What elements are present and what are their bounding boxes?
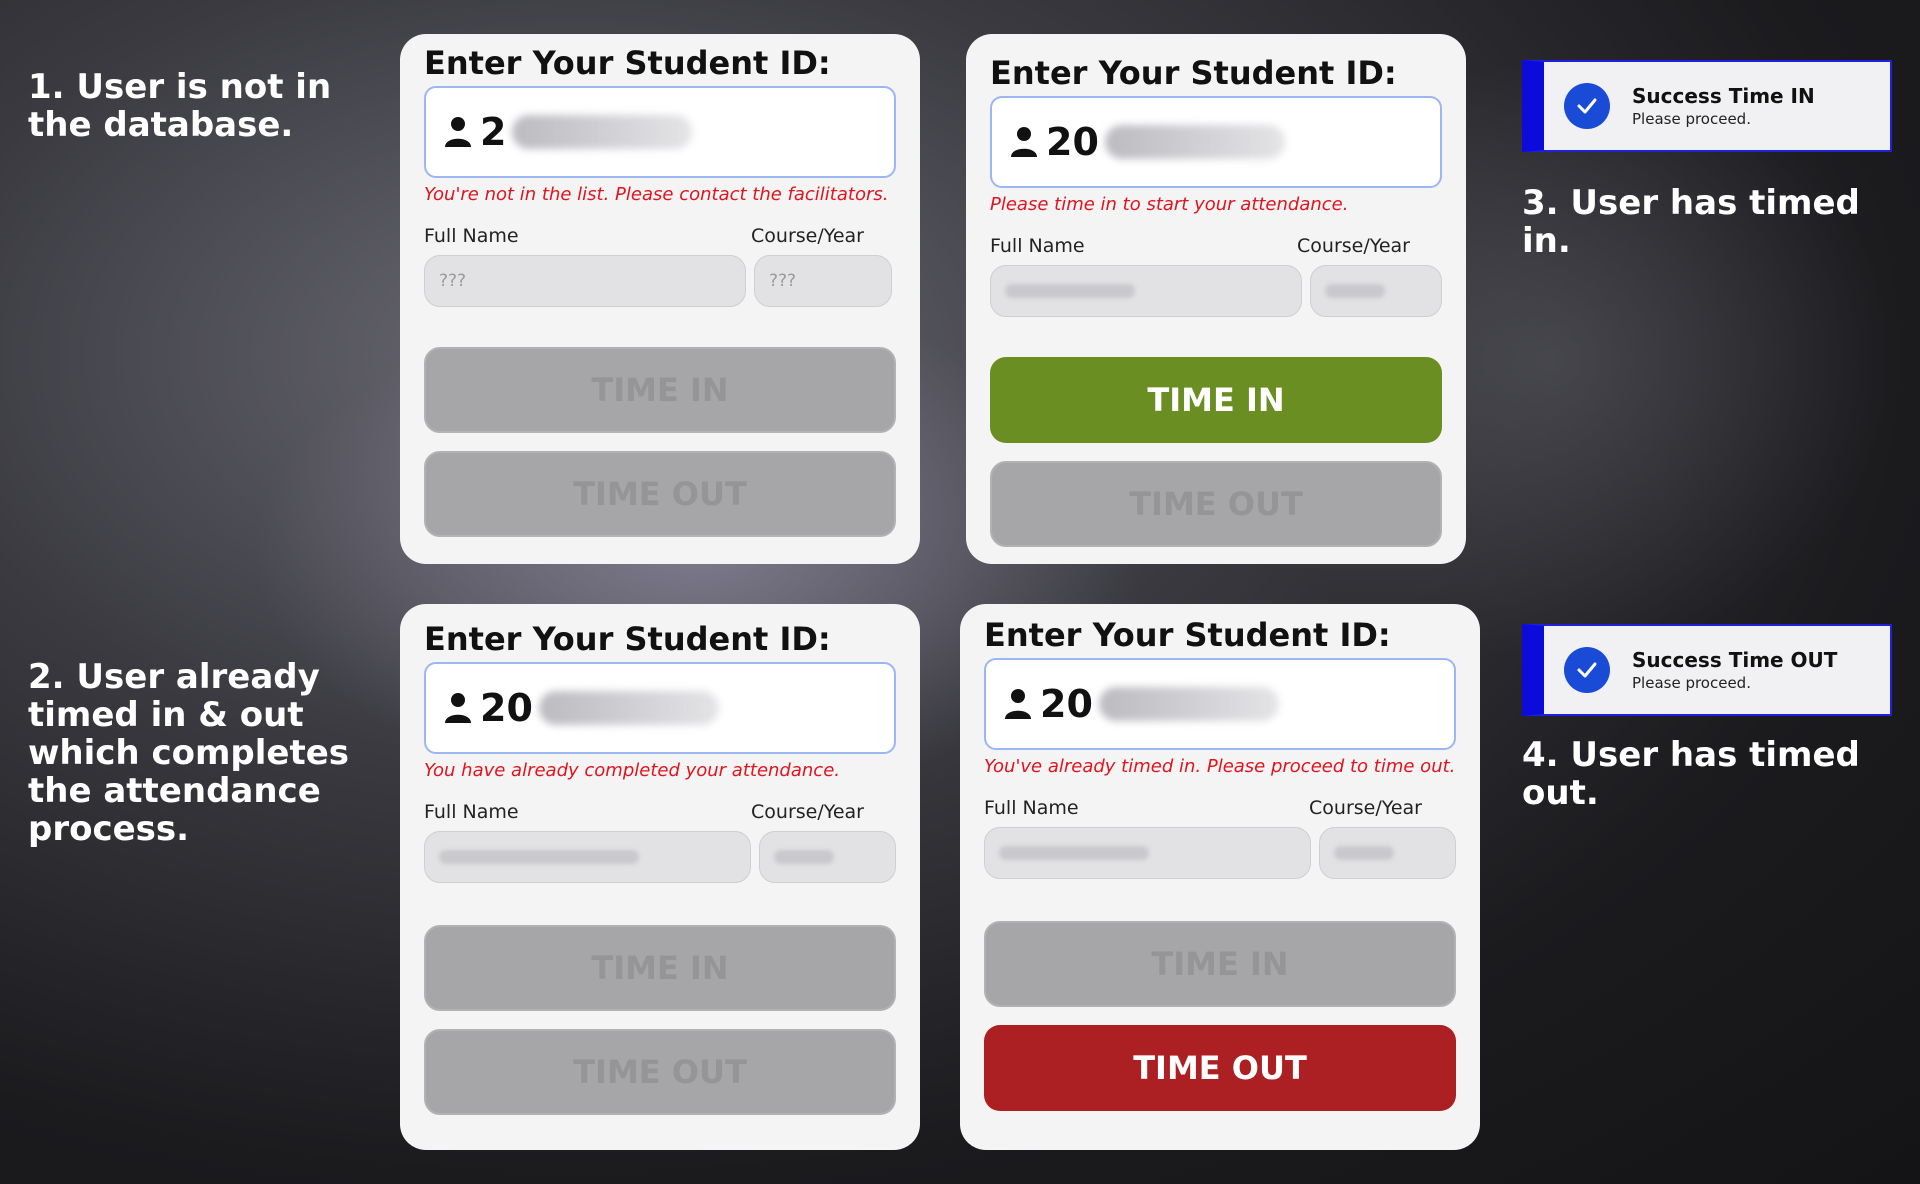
student-id-value: 20 bbox=[1046, 120, 1099, 164]
caption-4: 4. User has timed out. bbox=[1522, 735, 1860, 813]
time-in-button[interactable]: TIME IN bbox=[984, 921, 1456, 1007]
redacted-id bbox=[538, 691, 719, 725]
form-heading: Enter Your Student ID: bbox=[984, 616, 1391, 654]
time-out-button[interactable]: TIME OUT bbox=[424, 1029, 896, 1115]
course-year-field bbox=[759, 831, 896, 883]
form-heading: Enter Your Student ID: bbox=[424, 44, 831, 82]
student-id-input[interactable]: 20 bbox=[990, 96, 1442, 188]
full-name-label: Full Name bbox=[990, 235, 1085, 257]
caption-1: 1. User is not in the database. bbox=[28, 67, 332, 145]
full-name-field bbox=[984, 827, 1312, 879]
user-icon bbox=[1005, 689, 1031, 719]
redacted-course bbox=[1334, 846, 1395, 860]
error-message: You've already timed in. Please proceed … bbox=[984, 756, 1456, 777]
time-out-button[interactable]: TIME OUT bbox=[990, 461, 1442, 547]
course-year-label: Course/Year bbox=[1297, 235, 1410, 257]
redacted-name bbox=[999, 846, 1149, 860]
redacted-id bbox=[1098, 687, 1279, 721]
redacted-name bbox=[439, 850, 639, 864]
toast-message: Please proceed. bbox=[1632, 110, 1751, 128]
time-in-button[interactable]: TIME IN bbox=[990, 357, 1442, 443]
full-name-label: Full Name bbox=[424, 225, 519, 247]
user-icon bbox=[445, 117, 471, 147]
full-name-label: Full Name bbox=[424, 801, 519, 823]
form-heading: Enter Your Student ID: bbox=[990, 54, 1397, 92]
student-id-value: 2 bbox=[480, 110, 507, 154]
course-year-field bbox=[1310, 265, 1442, 317]
redacted-id bbox=[512, 115, 693, 149]
caption-2: 2. User already timed in & out which com… bbox=[28, 657, 350, 849]
error-message: You're not in the list. Please contact t… bbox=[424, 184, 889, 205]
course-year-value: ??? bbox=[769, 271, 797, 291]
student-id-value: 20 bbox=[480, 686, 533, 730]
time-out-button[interactable]: TIME OUT bbox=[984, 1025, 1456, 1111]
panel-not-in-database: Enter Your Student ID: 2 You're not in t… bbox=[400, 34, 920, 564]
redacted-course bbox=[774, 850, 835, 864]
user-icon bbox=[445, 693, 471, 723]
panel-attendance-complete: Enter Your Student ID: 20 You have alrea… bbox=[400, 604, 920, 1150]
success-time-in-toast: Success Time IN Please proceed. bbox=[1522, 60, 1892, 152]
student-id-input[interactable]: 20 bbox=[984, 658, 1456, 750]
error-message: Please time in to start your attendance. bbox=[990, 194, 1349, 215]
redacted-course bbox=[1325, 284, 1386, 298]
student-id-input[interactable]: 20 bbox=[424, 662, 896, 754]
toast-title: Success Time OUT bbox=[1632, 648, 1838, 672]
toast-title: Success Time IN bbox=[1632, 84, 1815, 108]
student-id-value: 20 bbox=[1040, 682, 1093, 726]
course-year-label: Course/Year bbox=[1309, 797, 1422, 819]
full-name-field bbox=[990, 265, 1303, 317]
check-icon bbox=[1564, 83, 1610, 129]
time-out-button[interactable]: TIME OUT bbox=[424, 451, 896, 537]
panel-ready-to-time-in: Enter Your Student ID: 20 Please time in… bbox=[966, 34, 1466, 564]
full-name-label: Full Name bbox=[984, 797, 1079, 819]
user-icon bbox=[1011, 127, 1037, 157]
full-name-field bbox=[424, 831, 752, 883]
time-in-button[interactable]: TIME IN bbox=[424, 347, 896, 433]
course-year-field bbox=[1319, 827, 1456, 879]
course-year-label: Course/Year bbox=[751, 225, 864, 247]
course-year-field: ??? bbox=[754, 255, 892, 307]
full-name-value: ??? bbox=[439, 271, 467, 291]
full-name-field: ??? bbox=[424, 255, 746, 307]
redacted-name bbox=[1005, 284, 1135, 298]
student-id-input[interactable]: 2 bbox=[424, 86, 896, 178]
panel-ready-to-time-out: Enter Your Student ID: 20 You've already… bbox=[960, 604, 1480, 1150]
success-time-out-toast: Success Time OUT Please proceed. bbox=[1522, 624, 1892, 716]
error-message: You have already completed your attendan… bbox=[424, 760, 840, 781]
form-heading: Enter Your Student ID: bbox=[424, 620, 831, 658]
check-icon bbox=[1564, 647, 1610, 693]
time-in-button[interactable]: TIME IN bbox=[424, 925, 896, 1011]
caption-3: 3. User has timed in. bbox=[1522, 183, 1860, 261]
toast-message: Please proceed. bbox=[1632, 674, 1751, 692]
course-year-label: Course/Year bbox=[751, 801, 864, 823]
redacted-id bbox=[1104, 125, 1285, 159]
